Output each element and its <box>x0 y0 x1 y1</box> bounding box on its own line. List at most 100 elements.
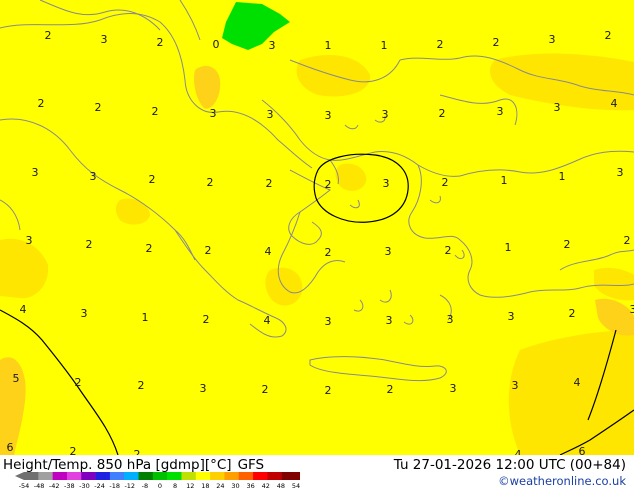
grid-value-label: 3 <box>90 170 97 183</box>
grid-value-label: 4 <box>265 245 272 258</box>
grid-value-label: 3 <box>447 313 454 326</box>
colorbar-segment <box>81 472 96 480</box>
grid-value-label: 2 <box>203 313 210 326</box>
grid-value-label: 3 <box>32 166 39 179</box>
colorbar-tick-label: -54 <box>18 482 30 490</box>
colorbar-segment <box>152 472 168 480</box>
colorbar-tick-label: 8 <box>173 482 178 490</box>
grid-value-label: 4 <box>264 314 271 327</box>
colorbar-segment <box>66 472 82 480</box>
grid-value-label: 6 <box>579 445 586 455</box>
map-title: Height/Temp. 850 hPa [gdmp][°C] GFS <box>3 457 264 473</box>
colorbar-tick-label: 30 <box>231 482 240 490</box>
colorbar-segment <box>167 472 182 480</box>
grid-value-label: 2 <box>569 307 576 320</box>
colorbar-segment <box>38 472 53 480</box>
grid-value-label: 2 <box>149 173 156 186</box>
colorbar-tick-label: 42 <box>261 482 270 490</box>
colorbar-tick-label: -42 <box>48 482 60 490</box>
grid-value-label: 3 <box>382 108 389 121</box>
grid-value-label: 3 <box>385 245 392 258</box>
colorbar-segment <box>281 472 297 480</box>
colorbar-tick-label: 12 <box>186 482 195 490</box>
grid-value-label: 3 <box>497 105 504 118</box>
grid-value-label: 2 <box>157 36 164 49</box>
grid-value-label: 2 <box>75 376 82 389</box>
colorbar-tick-label: 24 <box>216 482 225 490</box>
grid-value-label: 2 <box>437 38 444 51</box>
grid-value-label: 2 <box>325 384 332 397</box>
map-title-text: Height/Temp. 850 hPa [gdmp][°C] <box>3 457 232 473</box>
grid-value-label: 2 <box>325 246 332 259</box>
map-panel: 2 3 2 0 3 1 1 2 2 3 2 2 2 2 3 3 3 3 2 3 3 4 3 3 2 2 2 2 3 2 1 1 3 3 2 2 2 4 2 3… <box>0 0 634 455</box>
grid-value-label: 3 <box>26 234 33 247</box>
grid-value-label: 2 <box>138 379 145 392</box>
grid-value-label: 2 <box>387 383 394 396</box>
grid-value-label: 2 <box>266 177 273 190</box>
credit-link[interactable]: ©weatheronline.co.uk <box>498 474 626 488</box>
colorbar-segment <box>267 472 282 480</box>
colorbar-right-end <box>296 472 300 480</box>
grid-value-label: 2 <box>45 29 52 42</box>
grid-value-label: 3 <box>200 382 207 395</box>
colorbar-segment <box>124 472 139 480</box>
grid-value-label: 4 <box>515 448 522 455</box>
grid-value-label: 0 <box>213 38 220 51</box>
grid-value-label: 3 <box>508 310 515 323</box>
model-name: GFS <box>237 457 265 473</box>
grid-value-label: 2 <box>146 242 153 255</box>
grid-value-label: 2 <box>86 238 93 251</box>
grid-value-label: 2 <box>207 176 214 189</box>
grid-value-label: 3 <box>325 109 332 122</box>
grid-value-label: 2 <box>152 105 159 118</box>
grid-value-label: 1 <box>325 39 332 52</box>
colorbar <box>15 472 300 480</box>
grid-value-label: 3 <box>630 303 634 316</box>
weather-map: 2 3 2 0 3 1 1 2 2 3 2 2 2 2 3 3 3 3 2 3 3 4 3 3 2 2 2 2 3 2 1 1 3 3 2 2 2 4 2 3… <box>0 0 634 455</box>
grid-value-label: 4 <box>574 376 581 389</box>
grid-value-label: 2 <box>605 29 612 42</box>
grid-value-label: 2 <box>442 176 449 189</box>
grid-value-label: 1 <box>501 174 508 187</box>
colorbar-segment <box>253 472 268 480</box>
colorbar-segment <box>224 472 240 480</box>
colorbar-labels: -54 -48 -42 -38 -30 -24 -18 -12 -8 0 8 12 18 24 30 36 42… <box>19 482 300 490</box>
colorbar-segment <box>52 472 68 480</box>
grid-value-label: 3 <box>549 33 556 46</box>
colorbar-tick-label: 48 <box>276 482 286 490</box>
footer-bar: Height/Temp. 850 hPa [gdmp][°C] GFS Tu 27… <box>0 455 634 490</box>
grid-value-label: 2 <box>134 448 141 455</box>
colorbar-left-arrow <box>15 472 24 480</box>
grid-value-label: 3 <box>210 107 217 120</box>
grid-value-label: 2 <box>262 383 269 396</box>
colorbar-tick-label: 0 <box>157 482 163 490</box>
grid-value-label: 2 <box>205 244 212 257</box>
grid-value-label: 3 <box>386 314 393 327</box>
grid-value-label: 4 <box>20 303 27 316</box>
grid-value-label: 2 <box>445 244 452 257</box>
grid-value-label: 2 <box>38 97 45 110</box>
colorbar-tick-label: 36 <box>246 482 255 490</box>
colorbar-tick-label: 18 <box>201 482 210 490</box>
grid-value-label: 1 <box>505 241 512 254</box>
grid-value-label: 2 <box>493 36 500 49</box>
colorbar-segment <box>95 472 111 480</box>
grid-value-label: 3 <box>512 379 519 392</box>
grid-value-label: 2 <box>70 445 77 455</box>
colorbar-tick-label: -24 <box>94 482 105 490</box>
grid-value-label: 3 <box>101 33 108 46</box>
grid-value-label: 3 <box>450 382 457 395</box>
grid-value-label: 2 <box>564 238 571 251</box>
grid-value-label: 2 <box>624 234 631 247</box>
grid-value-label: 4 <box>611 97 618 110</box>
forecast-datetime: Tu 27-01-2026 12:00 UTC (00+84) <box>393 457 626 473</box>
grid-value-label: 3 <box>554 101 561 114</box>
grid-value-label: 3 <box>267 108 274 121</box>
colorbar-tick-label: -12 <box>124 482 136 490</box>
colorbar-tick-label: -30 <box>79 482 90 490</box>
grid-value-label: 3 <box>269 39 276 52</box>
grid-value-label: 3 <box>81 307 88 320</box>
grid-value-label: 2 <box>439 107 446 120</box>
grid-value-label: 1 <box>559 170 566 183</box>
grid-value-label: 3 <box>325 315 332 328</box>
